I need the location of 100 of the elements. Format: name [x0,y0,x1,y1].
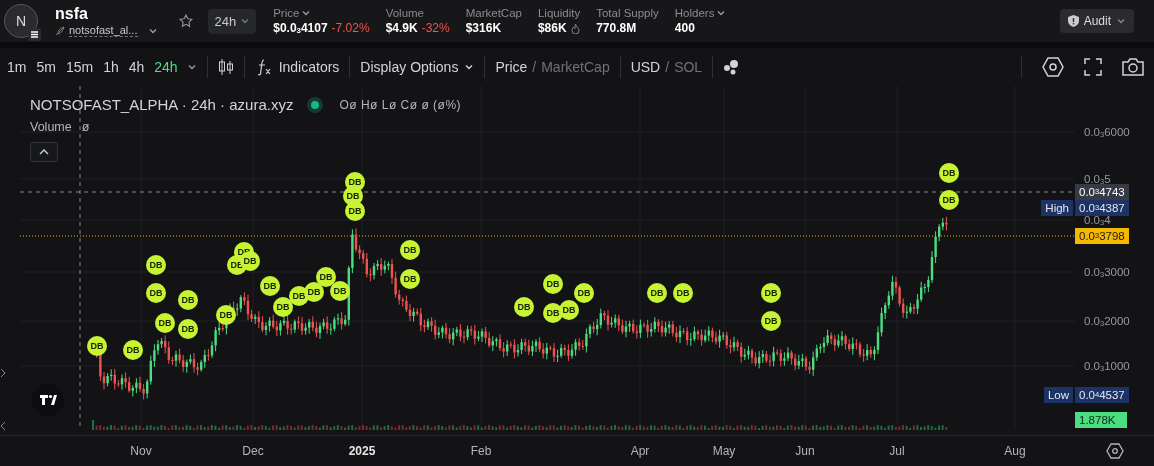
token-symbol: nsfa [55,5,89,23]
stat-label: Liquidity [537,7,581,19]
trade-marker[interactable]: DB [345,201,365,221]
toggle-separator: / [665,59,670,75]
interval-tab[interactable]: 5m [31,59,61,75]
caret-down-icon [240,16,251,26]
trade-marker[interactable]: DB [761,311,781,331]
time-tick: Dec [242,444,264,458]
trade-marker[interactable]: DB [673,283,693,303]
chain-badge-icon [28,28,41,41]
favorite-star-button[interactable] [177,13,194,29]
time-tick: May [712,444,736,458]
toggle-separator: / [532,59,537,75]
trade-marker[interactable]: DB [330,281,350,301]
interval-tab[interactable]: 1h [98,59,124,75]
stat-value: 400 [674,21,695,35]
trade-marker[interactable]: DB [574,283,594,303]
settings-icon[interactable] [1042,57,1064,77]
time-tick: Nov [130,444,152,458]
time-tick: Jun [795,444,815,458]
fullscreen-icon[interactable] [1084,58,1102,76]
trade-marker[interactable]: DB [260,276,280,296]
time-tick: Aug [1004,444,1026,458]
volume-badge: 1.878K [1075,412,1128,428]
timeframe-dropdown[interactable]: 24h [207,8,257,34]
caret-down-icon [186,62,197,72]
flame-icon [570,22,580,34]
stat-change: -7.02% [331,21,370,35]
trade-marker[interactable]: DB [155,313,175,333]
trade-marker[interactable]: DB [146,283,166,303]
volume-label: Volume [30,120,72,134]
caret-down-icon [1116,16,1126,26]
trade-marker[interactable]: DB [559,300,579,320]
price-tick: 0.0$_{3}$2000 [1084,315,1130,327]
trade-marker[interactable]: DB [939,190,959,210]
trade-marker[interactable]: DB [543,303,563,323]
trade-marker[interactable]: DB [939,163,959,183]
high-label: High [1041,200,1073,216]
trade-marker[interactable]: DB [178,290,198,310]
stat-value: $4.9K [385,21,418,35]
stat-label: MarketCap [465,7,522,19]
toggle-option[interactable]: Price [495,59,528,75]
price-tick: 0.0$_{3}$3000 [1084,266,1130,278]
stat-value: $316K [465,21,502,35]
trade-marker[interactable]: DB [273,297,293,317]
toggle-option[interactable]: MarketCap [541,59,610,75]
chevron-left-icon[interactable] [0,421,6,431]
leaf-icon [55,25,65,36]
time-tick: Feb [470,444,492,458]
trade-marker[interactable]: DB [514,297,534,317]
price-tick: 0.0$_{3}$5 [1084,173,1111,185]
collapse-button[interactable] [30,142,58,162]
interval-tab[interactable]: 4h [123,59,150,75]
price-tick: 0.0$_{3}$4 [1084,214,1111,226]
trade-marker[interactable]: DB [761,283,781,303]
audit-button[interactable]: Audit [1059,9,1134,33]
token-avatar: N [4,4,38,38]
trade-marker[interactable]: DB [543,274,563,294]
stat-label: Total Supply [596,7,659,19]
trade-marker[interactable]: DB [87,336,107,356]
price-tick: 0.0$_{3}$1000 [1084,360,1130,372]
toggle-option[interactable]: SOL [674,59,703,75]
status-dot-icon [311,100,320,109]
caret-up-icon [39,149,49,155]
price-tick: 0.0$_{3}$6000 [1084,126,1130,138]
axis-settings-icon[interactable] [1105,443,1124,459]
chevron-right-icon[interactable] [0,368,6,378]
time-tick: Apr [630,444,650,458]
time-tick: 2025 [348,444,376,458]
stat-label: Price [273,7,370,19]
stat-value: 770.8M [596,21,637,35]
stat-label: Volume [385,7,425,19]
interval-menu-button[interactable] [186,62,197,72]
trade-marker[interactable]: DB [123,340,143,360]
chart-title: NOTSOFAST_ALPHA · 24h · azura.xyz [30,96,294,113]
interval-tab[interactable]: 24h [149,59,183,75]
trade-marker[interactable]: DB [400,269,420,289]
trade-marker[interactable]: DB [316,267,336,287]
toggle-option[interactable]: USD [630,59,661,75]
interval-tab[interactable]: 1m [2,59,32,75]
stat-value: $86K [537,21,567,35]
stat-value: $0.0$_{3}$4107 [273,21,328,35]
caret-down-icon [716,8,727,18]
display-options-button[interactable]: Display Options [360,59,475,75]
ohlc-values: Oø Hø Lø Cø ø (ø%) [339,97,462,112]
volume-value: ø [81,120,90,134]
trade-marker[interactable]: DB [647,283,667,303]
trade-marker[interactable]: DB [178,319,198,339]
trade-marker[interactable]: DB [146,255,166,275]
candlestick-icon[interactable] [217,58,234,76]
interval-tab[interactable]: 15m [60,59,99,75]
trade-marker[interactable]: DB [304,282,324,302]
token-name-link[interactable]: notsofast_al... [69,24,138,37]
low-label: Low [1043,387,1073,403]
stat-label: Holders [674,7,727,19]
shield-icon [1067,15,1079,27]
trade-marker[interactable]: DB [400,240,420,260]
camera-icon[interactable] [1122,58,1144,76]
trade-marker[interactable]: DB [216,305,236,325]
indicators-button[interactable]: Indicators [254,58,340,76]
